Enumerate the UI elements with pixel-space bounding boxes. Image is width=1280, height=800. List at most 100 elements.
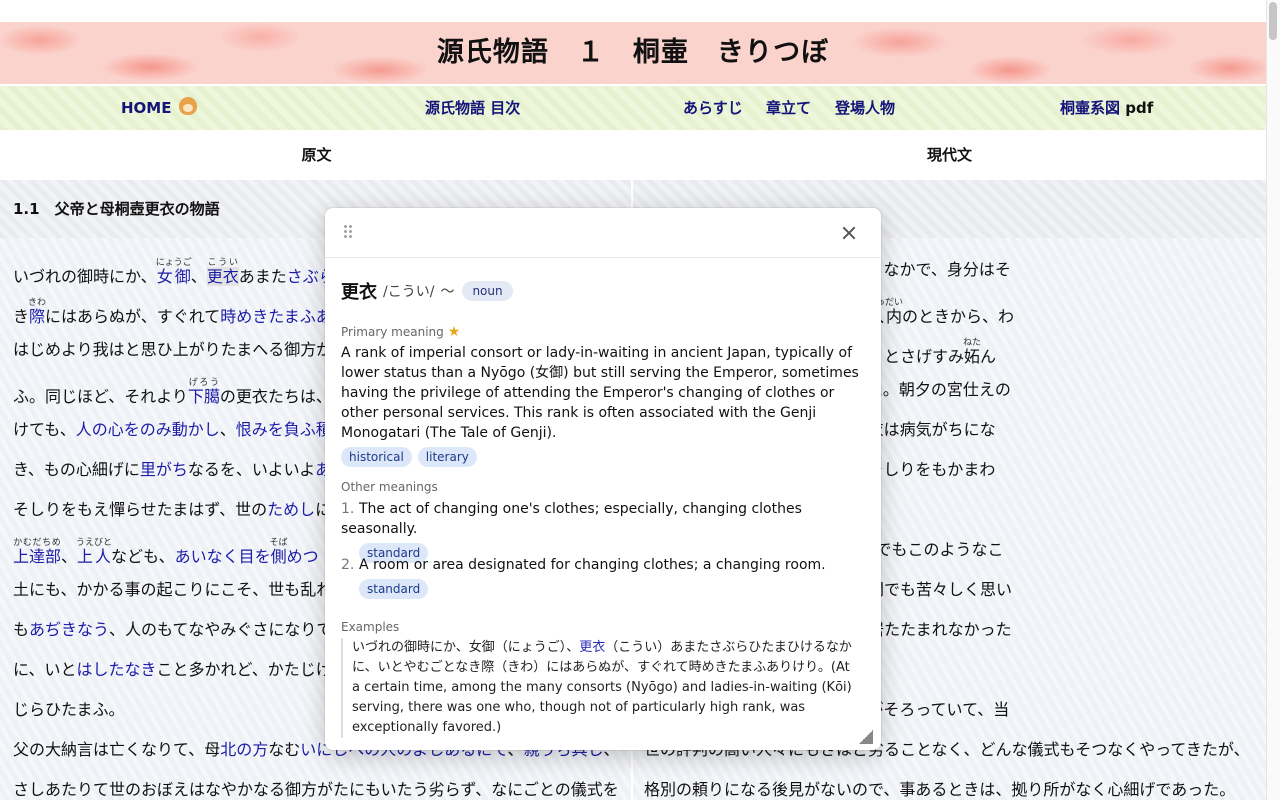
text-segment: なむ xyxy=(268,740,301,759)
section-title: 1.1 父帝と母桐壺更衣の物語 xyxy=(13,200,220,218)
glossary-link[interactable]: 北の方 xyxy=(220,740,268,759)
scrollbar[interactable] xyxy=(1266,0,1280,800)
other-meanings-label: Other meanings xyxy=(341,480,438,494)
nav-genealogy-label: 桐壷系図 xyxy=(1060,99,1121,117)
part-of-speech-tag: noun xyxy=(462,281,513,301)
text-line: はじめより我はと思ひ上がりたまへる御方が xyxy=(13,338,332,362)
headword-row: 更衣/こうい/ ～ noun xyxy=(341,278,513,304)
glossary-link[interactable]: 側そば xyxy=(269,538,288,566)
headword-reading: /こうい/ xyxy=(383,284,435,300)
glossary-link[interactable]: 人の心をのみ動かし xyxy=(76,420,220,439)
nav-home-link[interactable]: HOME xyxy=(121,86,198,130)
nav-summary-link[interactable]: あらすじ xyxy=(683,86,743,130)
close-icon[interactable] xyxy=(837,221,861,245)
text-segment: ふ。同じほど、それより xyxy=(13,387,188,406)
nav-home-label: HOME xyxy=(121,99,172,117)
tag-literary: literary xyxy=(417,447,477,467)
text-segment: き xyxy=(13,307,30,326)
tag-historical: historical xyxy=(341,447,412,467)
popup-header xyxy=(325,208,881,258)
primary-definition: A rank of imperial consort or lady-in-wa… xyxy=(341,345,859,441)
text-segment: さしあたりて世のおぼえはなやかなる御方がたにもいたう劣らず、なにごとの儀式を xyxy=(13,780,619,799)
glossary-link[interactable]: 上達部かむだちめ xyxy=(13,538,62,566)
furigana: にょうご xyxy=(155,258,192,268)
glossary-link[interactable]: 恨みを負ふ積 xyxy=(236,420,332,439)
text-line: けても、人の心をのみ動かし、恨みを負ふ積 xyxy=(13,418,332,442)
text-segment: なども、 xyxy=(111,547,175,566)
text-segment: き、もの心細げに xyxy=(13,460,140,479)
glossary-link[interactable]: 上人うえびと xyxy=(76,538,113,566)
example-text-pre: いづれの御時にか、女御（にょうご）、 xyxy=(352,640,580,655)
resize-grip-icon[interactable] xyxy=(859,730,873,744)
text-segment: あまた xyxy=(238,267,287,286)
original-column-header: 原文 xyxy=(301,146,332,164)
text-segment: 父の大納言は亡くなりて、母 xyxy=(13,740,221,759)
text-line: に、いとはしたなきこと多かれど、かたじけ xyxy=(13,658,332,682)
text-line: き、もの心細げに里がちなるを、いよいよあ xyxy=(13,458,331,482)
ruby-base: 妬 xyxy=(963,347,982,366)
glossary-link[interactable]: 時めきたまふあ xyxy=(220,307,332,326)
scrollbar-thumb[interactable] xyxy=(1269,2,1277,40)
glossary-link[interactable]: 里がち xyxy=(140,460,188,479)
furigana: かむだちめ xyxy=(13,538,62,548)
example-sentence: いづれの御時にか、女御（にょうご）、更衣（こうい）あまたさぶらひたまひけるなかに… xyxy=(341,638,861,738)
nav-genealogy-link[interactable]: 桐壷系図 pdf xyxy=(1060,86,1153,130)
text-line: 格別の頼りになる後見がないので、事あるときは、拠り所がなく心細げであった。 xyxy=(644,778,1235,800)
text-line: 上達部かむだちめ、上人うえびとなども、あいなく目を側そばめつ xyxy=(13,538,319,569)
glossary-link[interactable]: あぢきなう xyxy=(29,620,109,639)
primary-tags: historical literary xyxy=(341,446,483,467)
dictionary-popup[interactable]: 更衣/こうい/ ～ noun Primary meaning ★ A rank of … xyxy=(325,208,881,750)
glossary-link[interactable]: 女御にょうご xyxy=(155,258,192,286)
glossary-link[interactable]: あいなく目を xyxy=(175,547,271,566)
text-segment: けても、 xyxy=(13,420,76,439)
text-line: ふ。同じほど、それより下臈げろうの更衣たちは、 xyxy=(13,378,332,409)
text-segment: に、いと xyxy=(13,660,77,679)
ruby-base: 側 xyxy=(269,547,288,566)
text-segment: 格別の頼りになる後見がないので、事あるときは、拠り所がなく心細げであった。 xyxy=(644,780,1236,799)
text-line: そしりをもえ憚らせたまはず、世のためしに xyxy=(13,498,331,522)
page-title: 源氏物語 １ 桐壷 きりつぼ xyxy=(436,37,830,68)
text-line: さしあたりて世のおぼえはなやかなる御方がたにもいたう劣らず、なにごとの儀式を xyxy=(13,778,619,800)
ruby-base: 上人 xyxy=(76,547,113,566)
glossary-link[interactable]: はしたなき xyxy=(77,660,157,679)
text-segment: のときから、わ xyxy=(902,307,1015,326)
furigana: うえびと xyxy=(76,538,113,548)
sense-text: A room or area designated for changing c… xyxy=(359,557,826,573)
column-headers: 原文 現代文 xyxy=(0,132,1266,178)
hamster-icon xyxy=(179,97,198,115)
text-segment: にはあらぬが、すぐれて xyxy=(45,307,221,326)
modern-column-header: 現代文 xyxy=(926,146,972,164)
text-segment: 、 xyxy=(61,547,78,566)
glossary-link[interactable]: めつ xyxy=(287,547,319,566)
ruby-base: 上達部 xyxy=(13,547,62,566)
glossary-link[interactable]: ためし xyxy=(267,500,315,519)
sense-tag: standard xyxy=(359,579,429,599)
text-segment: 、 xyxy=(190,267,207,286)
furigana: そば xyxy=(269,538,288,548)
selected-word-link[interactable]: 更衣こうい xyxy=(206,258,239,286)
tilde-mark: ～ xyxy=(440,284,455,300)
text-segment: 、人のもてなやみぐさになりて xyxy=(109,620,333,639)
text-line: もあぢきなう、人のもてなやみぐさになりて xyxy=(13,618,332,642)
text-segment: ん xyxy=(980,347,997,366)
text-line: 土にも、かかる事の起こりにこそ、世も乱れ xyxy=(13,578,332,602)
nav-chapters-link[interactable]: 章立て xyxy=(766,86,811,130)
sense-item: 1. The act of changing one's clothes; esp… xyxy=(341,499,861,563)
sense-text: The act of changing one's clothes; espec… xyxy=(341,501,802,537)
glossary-link[interactable]: 際きわ xyxy=(28,298,46,326)
text-segment: の更衣たちは、 xyxy=(219,387,332,406)
glossary-link[interactable]: 下臈げろう xyxy=(188,378,220,406)
text-segment: 土にも、かかる事の起こりにこそ、世も乱れ xyxy=(13,580,333,599)
examples-label: Examples xyxy=(341,620,400,634)
ruby-base: 更衣 xyxy=(206,267,239,286)
text-segment: 妬ねた xyxy=(963,338,982,366)
furigana: ねた xyxy=(963,338,982,348)
furigana: きわ xyxy=(28,298,47,308)
drag-handle-icon[interactable] xyxy=(343,224,353,240)
ruby-base: 女御 xyxy=(155,267,192,286)
sense-item: 2. A room or area designated for changing… xyxy=(341,555,861,599)
nav-contents-link[interactable]: 源氏物語 目次 xyxy=(425,86,520,130)
text-line: じらひたまふ。 xyxy=(13,698,125,722)
nav-characters-link[interactable]: 登場人物 xyxy=(835,86,895,130)
text-segment: 、 xyxy=(219,420,236,439)
